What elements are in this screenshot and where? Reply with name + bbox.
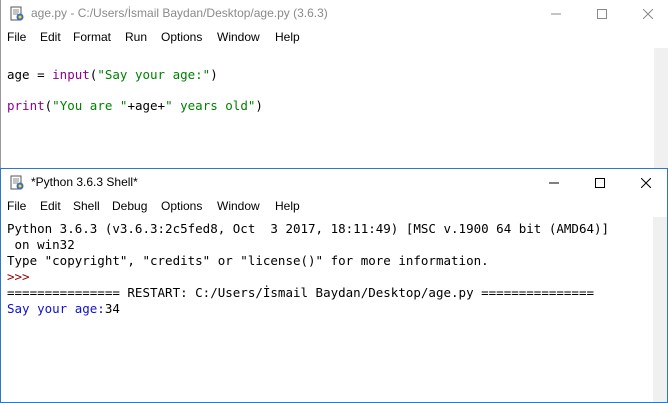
shell-menu-edit[interactable]: Edit — [40, 199, 61, 213]
minimize-icon — [549, 182, 559, 184]
maximize-icon — [595, 178, 605, 188]
editor-menu-window[interactable]: Window — [217, 30, 260, 44]
editor-menu-edit[interactable]: Edit — [40, 30, 61, 44]
shell-menu-options[interactable]: Options — [161, 199, 202, 213]
shell-prompt: >>> — [7, 269, 30, 284]
shell-window: *Python 3.6.3 Shell* File Edit Shell Deb… — [0, 168, 668, 403]
close-icon — [641, 178, 651, 188]
editor-menu-options[interactable]: Options — [161, 30, 202, 44]
shell-banner-line-1: Python 3.6.3 (v3.6.3:2c5fed8, Oct 3 2017… — [7, 221, 610, 236]
shell-title: *Python 3.6.3 Shell* — [31, 175, 138, 189]
editor-scrollbar[interactable] — [654, 48, 668, 168]
shell-banner-line-2: on win32 — [7, 237, 75, 252]
python-shell-icon — [10, 175, 24, 190]
minimize-icon — [551, 13, 561, 15]
code-line-1: age = input("Say your age:") — [7, 67, 218, 82]
shell-scrollbar[interactable] — [653, 217, 667, 402]
shell-minimize-button[interactable] — [531, 169, 577, 197]
shell-menu-window[interactable]: Window — [217, 199, 260, 213]
editor-menu-help[interactable]: Help — [275, 30, 300, 44]
shell-menu-shell[interactable]: Shell — [73, 199, 100, 213]
editor-menu-file[interactable]: File — [7, 30, 26, 44]
shell-output-line: Say your age:34 — [7, 301, 120, 316]
code-line-2: print("You are "+age+" years old") — [7, 98, 263, 113]
editor-menubar: File Edit Format Run Options Window Help — [1, 28, 668, 48]
editor-close-button[interactable] — [625, 0, 668, 28]
shell-menu-debug[interactable]: Debug — [112, 199, 147, 213]
shell-restart-line: =============== RESTART: C:/Users/İsmail… — [7, 285, 594, 300]
shell-text-area[interactable]: Python 3.6.3 (v3.6.3:2c5fed8, Oct 3 2017… — [1, 217, 653, 402]
shell-menu-help[interactable]: Help — [275, 199, 300, 213]
shell-menubar: File Edit Shell Debug Options Window Hel… — [1, 197, 667, 217]
editor-maximize-button[interactable] — [579, 0, 625, 28]
shell-close-button[interactable] — [623, 169, 667, 197]
python-file-icon — [10, 6, 24, 21]
editor-menu-run[interactable]: Run — [125, 30, 147, 44]
shell-maximize-button[interactable] — [577, 169, 623, 197]
editor-menu-format[interactable]: Format — [73, 30, 111, 44]
shell-banner-line-3: Type "copyright", "credits" or "license(… — [7, 253, 489, 268]
editor-text-area[interactable]: age = input("Say your age:") print("You … — [1, 48, 654, 168]
editor-title: age.py - C:/Users/İsmail Baydan/Desktop/… — [31, 6, 328, 20]
shell-titlebar[interactable]: *Python 3.6.3 Shell* — [1, 169, 667, 197]
close-icon — [643, 9, 653, 19]
maximize-icon — [597, 9, 607, 19]
editor-titlebar[interactable]: age.py - C:/Users/İsmail Baydan/Desktop/… — [1, 0, 668, 28]
editor-minimize-button[interactable] — [533, 0, 579, 28]
shell-menu-file[interactable]: File — [7, 199, 26, 213]
editor-window: age.py - C:/Users/İsmail Baydan/Desktop/… — [0, 0, 668, 168]
